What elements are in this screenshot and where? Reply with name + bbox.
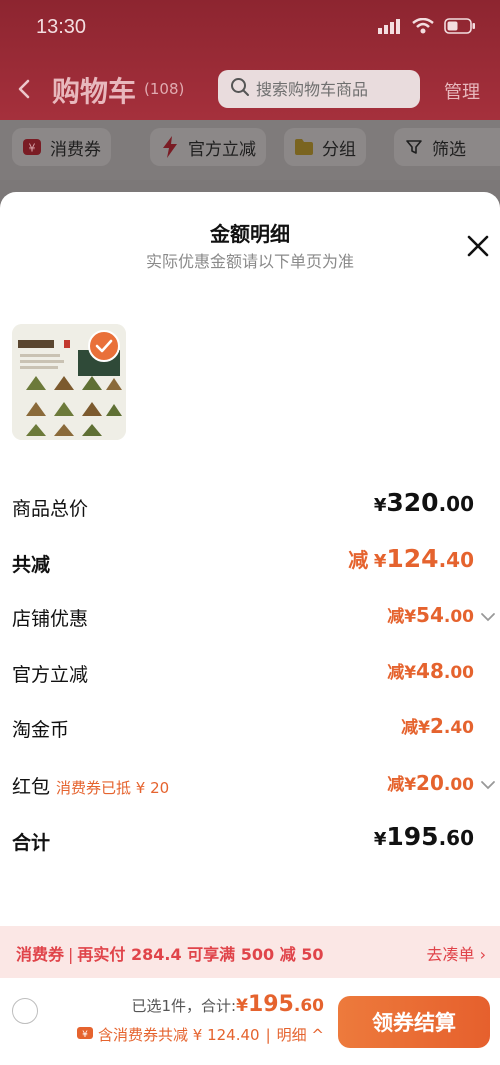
row-red-packet[interactable]: 红包 消费券已抵 ¥ 20 减¥20.00 [0,764,500,804]
row-label: 店铺优惠 [12,608,89,630]
battery-icon [444,18,476,38]
nav-bar: 购物车 (108) 管理 [0,66,500,112]
row-label: 红包 消费券已抵 ¥ 20 [12,776,170,798]
close-icon[interactable] [464,232,492,260]
selected-summary: 已选1件，合计:¥195.60 [131,992,324,1017]
sheet-title: 金额明细 [210,222,290,246]
page-title: 购物车 [52,75,137,108]
row-label: 合计 [12,832,51,854]
row-value: 减¥48.00 [387,659,474,683]
row-value: ¥320.00 [373,488,474,517]
row-label: 淘金币 [12,719,70,741]
checkout-bar: 已选1件，合计:¥195.60 ¥ 含消费券共减 ¥ 124.40 | 明细 ^… [0,978,500,1065]
row-total-reduce: 共减 减 ¥124.40 [0,542,500,582]
chevron-down-icon[interactable] [480,608,496,622]
lightning-icon [160,136,180,158]
checkout-total: ¥195.60 [236,992,324,1017]
filter-chip-filter[interactable]: 筛选 [394,128,500,166]
detail-toggle[interactable]: 明细 ^ [277,1024,324,1045]
coupon-promo-bar: 消费券 | 再实付 284.4 可享满 500 减 50 去凑单 › [0,926,500,978]
back-arrow-icon[interactable] [12,74,38,104]
amount-detail-sheet: 金额明细 实际优惠金额请以下单页为准 商品总价 ¥320.00 共减 减 ¥12… [0,192,500,1065]
filter-chip-coupon[interactable]: ¥ 消费券 [12,128,111,166]
row-value: ¥195.60 [373,822,474,851]
manage-button[interactable]: 管理 [444,78,480,104]
coupon-summary: ¥ 含消费券共减 ¥ 124.40 | 明细 ^ [76,1024,324,1045]
row-value: 减¥54.00 [387,603,474,627]
row-value: 减¥20.00 [387,771,474,795]
wifi-icon [412,17,434,38]
status-icons [378,17,476,38]
search-box[interactable] [218,70,420,108]
signal-icon [378,18,402,38]
coupon-icon: ¥ [22,137,42,157]
row-official-discount: 官方立减 减¥48.00 [0,652,500,692]
svg-text:¥: ¥ [82,1030,88,1040]
select-all-checkbox[interactable] [12,998,38,1024]
filter-chip-label: 筛选 [432,139,466,160]
cart-count: (108) [144,80,185,98]
filter-chip-label: 分组 [322,139,356,160]
filter-icon [404,137,424,157]
red-packet-note: 消费券已抵 ¥ 20 [56,779,170,797]
checkout-button[interactable]: 领券结算 [338,996,490,1048]
search-input[interactable] [256,79,406,99]
row-total-price: 商品总价 ¥320.00 [0,486,500,526]
product-checked-icon[interactable] [88,330,120,362]
row-value: 减 ¥124.40 [348,544,474,573]
row-sum: 合计 ¥195.60 [0,820,500,860]
filter-bar: ¥ 消费券 官方立减 分组 筛选 [0,120,500,180]
sheet-subtitle: 实际优惠金额请以下单页为准 [145,252,354,271]
folder-icon [294,137,314,157]
status-bar: 13:30 [0,0,500,58]
row-store-discount[interactable]: 店铺优惠 减¥54.00 [0,596,500,636]
promo-tag: 消费券 [16,945,65,964]
row-label: 商品总价 [12,498,89,520]
filter-chip-label: 官方立减 [188,139,256,160]
filter-chip-group[interactable]: 分组 [284,128,366,166]
svg-text:¥: ¥ [29,142,36,155]
promo-text: 消费券 | 再实付 284.4 可享满 500 减 50 [16,945,324,964]
search-icon [230,77,250,101]
promo-message: 再实付 284.4 可享满 500 减 50 [77,945,324,964]
filter-chip-label: 消费券 [50,139,101,160]
filter-chip-official[interactable]: 官方立减 [150,128,266,166]
row-value: 减¥2.40 [401,714,474,738]
coupon-icon: ¥ [76,1025,94,1045]
row-label: 共减 [12,554,51,576]
status-time: 13:30 [36,16,87,38]
coupon-summary-text: 含消费券共减 ¥ 124.40 [98,1026,260,1044]
row-label: 官方立减 [12,664,89,686]
row-taobao-coins: 淘金币 减¥2.40 [0,707,500,747]
chevron-down-icon[interactable] [480,776,496,790]
add-more-link[interactable]: 去凑单 › [427,941,487,965]
